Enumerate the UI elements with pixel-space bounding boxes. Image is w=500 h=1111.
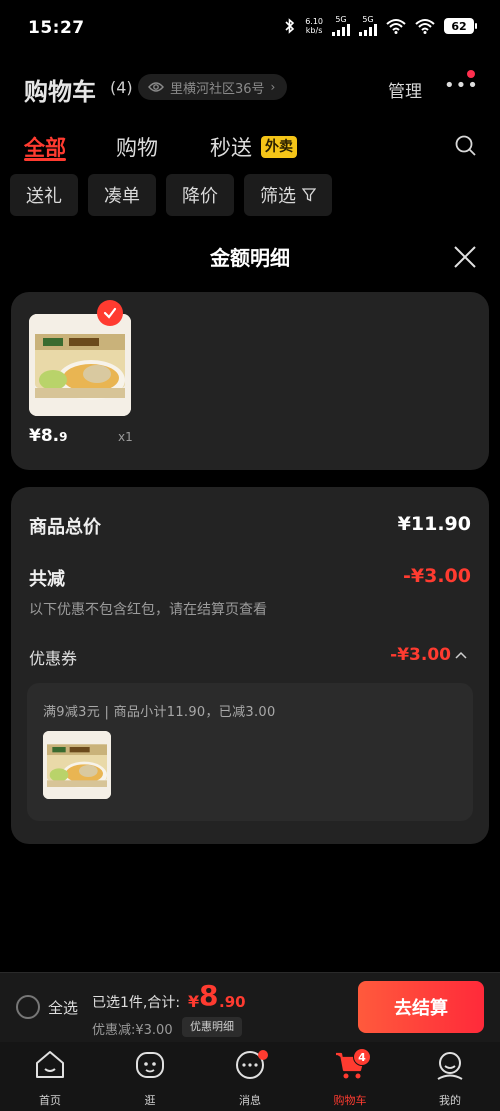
price-summary-card: 商品总价 ¥11.90 共减 -¥3.00 以下优惠不包含红包，请在结算页查看 … [11,487,489,844]
notification-dot [467,70,475,78]
tabbar-me-label: 我的 [439,1094,461,1107]
discount-line: 优惠减:¥3.00 [92,1023,173,1038]
item-price-int: 8. [40,426,60,446]
funnel-icon [302,188,316,202]
item-price: ¥8.9 [29,426,68,446]
noodle-package-image [29,314,131,416]
item-price-dec: 9 [59,430,68,444]
reduction-label: 共减 [29,569,65,590]
waimai-badge: 外卖 [261,136,297,158]
tabbar-messages-label: 消息 [239,1094,261,1107]
tabbar-me[interactable]: 我的 [410,1048,490,1108]
battery-icon: 62 [444,18,477,34]
filter-gift-label: 送礼 [26,186,62,207]
face-icon [136,1052,164,1078]
home-icon [36,1051,64,1078]
bottom-tabbar: 首页 逛 消息 4 购物车 我的 [0,1042,500,1111]
filter-bundle[interactable]: 凑单 [88,174,156,216]
filter-label: 筛选 [260,186,296,207]
signal-2: 5G [359,16,377,36]
discount-detail-button[interactable]: 优惠明细 [182,1017,242,1037]
filter-chips: 送礼 凑单 降价 筛选 [10,174,332,218]
coupon-product-image [43,731,111,799]
eye-icon [148,82,164,92]
network-type-1: 5G [335,15,347,24]
tabbar-browse-label: 逛 [144,1094,156,1107]
selected-check-icon[interactable] [97,300,123,326]
coupon-toggle[interactable]: -¥3.00 [390,645,467,665]
total-amount-int: 8 [199,979,219,1012]
cart-count: (4) [110,78,133,97]
select-all-label[interactable]: 全选 [48,997,78,1018]
total-symbol: ¥ [188,992,200,1011]
filter-gift[interactable]: 送礼 [10,174,78,216]
tabbar-home-label: 首页 [39,1094,61,1107]
wifi-icon [415,19,435,34]
network-type-2: 5G [362,15,374,24]
total-price-label: 商品总价 [29,517,101,538]
messages-dot [258,1050,268,1060]
product-image[interactable] [29,314,131,416]
reduction-value: -¥3.00 [403,565,471,587]
item-quantity: x1 [118,430,133,444]
status-time: 15:27 [28,18,85,38]
network-speed-unit: kb/s [305,26,323,35]
checkout-button[interactable]: 去结算 [358,981,484,1033]
discount-note: 以下优惠不包含红包，请在结算页查看 [29,602,267,618]
tabbar-browse[interactable]: 逛 [110,1048,190,1108]
noodle-package-image [43,731,111,799]
network-speed-value: 6.10 [305,17,323,26]
page-title: 购物车 [24,78,96,106]
filter-price-drop[interactable]: 降价 [166,174,234,216]
more-icon[interactable]: ••• [444,75,479,96]
bluetooth-icon [285,18,295,34]
item-price-symbol: ¥ [29,426,41,446]
close-icon[interactable] [452,244,478,270]
coupon-detail-box: 满9减3元 | 商品小计11.90，已减3.00 [27,683,473,821]
cart-badge: 4 [353,1048,371,1066]
tabbar-cart-label: 购物车 [333,1094,367,1107]
address-text: 里横河社区36号 [170,81,265,97]
header: 购物车 (4) 里横河社区36号 › 管理 ••• [0,60,500,116]
chevron-up-icon [455,651,467,659]
sheet-title: 金额明细 [210,246,290,270]
filter-button[interactable]: 筛选 [244,174,332,216]
tab-underline [24,158,66,161]
tabbar-cart[interactable]: 4 购物车 [310,1048,390,1108]
signal-1: 5G [332,16,350,36]
manage-button[interactable]: 管理 [388,77,422,102]
checkout-bar: 全选 已选1件,合计: ¥ 8 .90 优惠减:¥3.00 优惠明细 去结算 [0,972,500,1042]
total-amount-dec: .90 [219,993,246,1011]
coupon-description: 满9减3元 | 商品小计11.90，已减3.00 [43,705,276,720]
user-icon [437,1052,463,1080]
status-bar: 15:27 6.10 kb/s 5G 5G 62 [0,0,500,56]
tabbar-home[interactable]: 首页 [10,1048,90,1108]
network-speed: 6.10 kb/s [305,17,323,35]
tab-shopping[interactable]: 购物 [116,132,158,162]
search-icon[interactable] [454,134,478,158]
coupon-value: -¥3.00 [390,645,451,665]
filter-bundle-label: 凑单 [104,186,140,207]
tabbar-messages[interactable]: 消息 [210,1048,290,1108]
selected-items-card: ¥8.9 x1 [11,292,489,470]
tab-instant[interactable]: 秒送 [210,132,252,162]
signal-bars-icon [359,24,377,36]
filter-price-drop-label: 降价 [182,186,218,207]
wifi-icon [386,19,406,34]
status-icons: 6.10 kb/s 5G 5G 62 [284,16,477,36]
cart-tabs: 全部 购物 秒送 外卖 [0,128,500,168]
selected-info: 已选1件,合计: [92,995,181,1011]
address-selector[interactable]: 里横河社区36号 › [138,74,288,100]
select-all-radio[interactable] [16,995,40,1019]
total-price-value: ¥11.90 [397,513,471,535]
signal-bars-icon [332,24,350,36]
chevron-right-icon: › [270,80,276,94]
coupon-label: 优惠券 [29,649,78,668]
